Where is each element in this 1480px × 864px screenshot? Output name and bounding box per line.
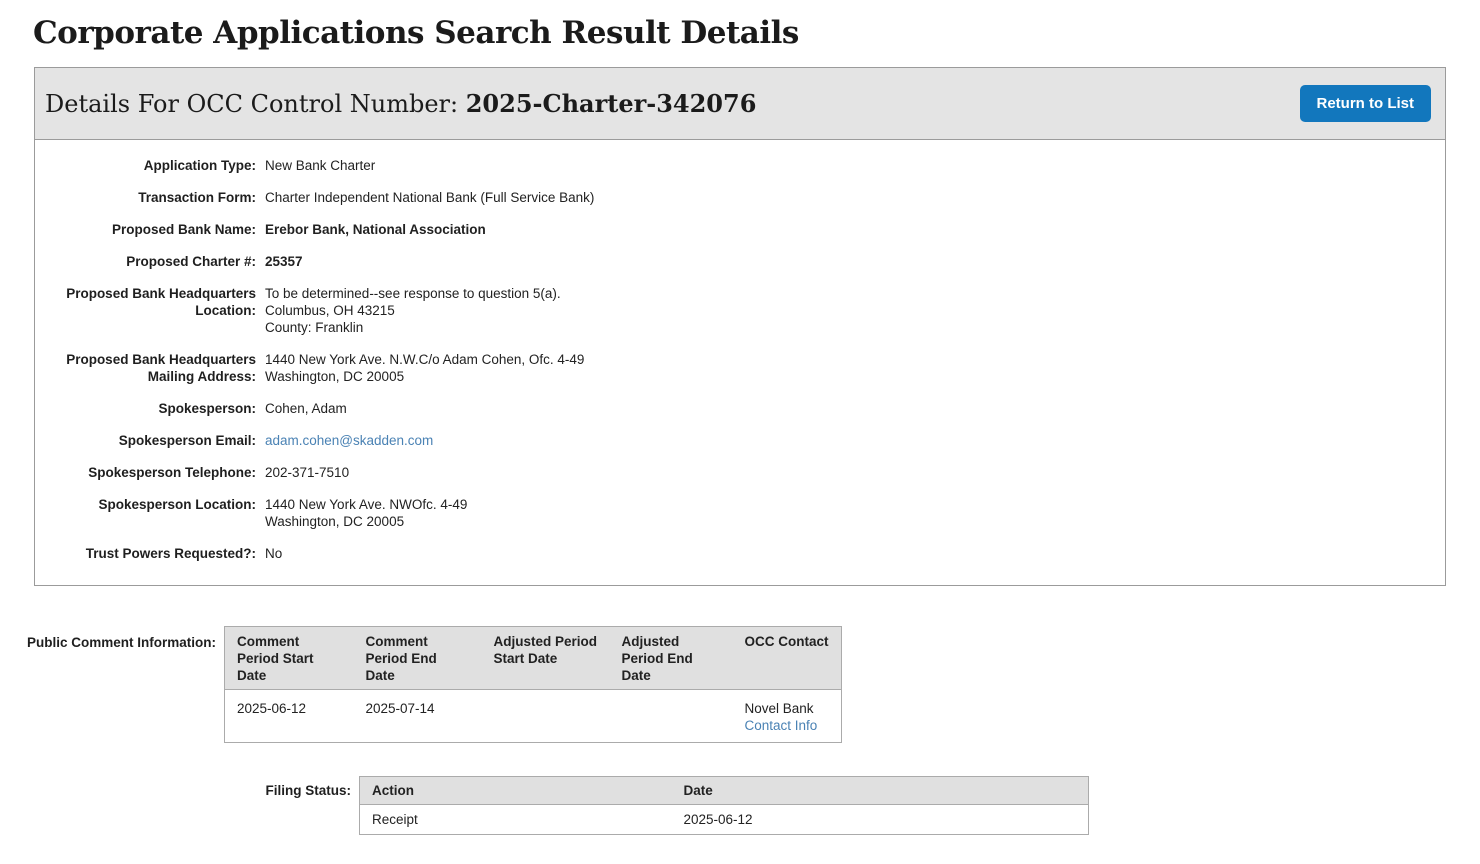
field-label: Proposed Bank Headquarters Mailing Addre… (66, 352, 256, 384)
field-value-line: Columbus, OH 43215 (265, 303, 395, 318)
panel-header-title: Details For OCC Control Number: 2025-Cha… (45, 89, 756, 118)
field-label: Proposed Bank Headquarters Location: (66, 286, 256, 318)
details-panel: Details For OCC Control Number: 2025-Cha… (34, 67, 1446, 586)
control-number-label: Details For OCC Control Number: (45, 90, 466, 118)
field-hq-location: Proposed Bank Headquarters Location: To … (35, 285, 1445, 336)
table-row: Receipt 2025-06-12 (359, 804, 1089, 835)
field-application-type: Application Type: New Bank Charter (35, 157, 1445, 174)
column-header: OCC Contact (732, 626, 842, 690)
column-header: Adjusted Period End Date (609, 626, 733, 690)
column-header: Action (359, 776, 672, 805)
public-comment-table: Comment Period Start Date Comment Period… (224, 626, 842, 743)
field-spokesperson: Spokesperson: Cohen, Adam (35, 400, 1445, 417)
column-header: Adjusted Period Start Date (481, 626, 610, 690)
field-trust-powers-requested: Trust Powers Requested?: No (35, 545, 1445, 562)
field-label: Spokesperson: (158, 401, 256, 416)
adjusted-period-end-cell (609, 689, 733, 743)
action-cell: Receipt (359, 804, 672, 835)
field-label: Proposed Bank Name: (111, 222, 256, 237)
field-value: To be determined--see response to questi… (265, 285, 561, 336)
field-hq-mailing-address: Proposed Bank Headquarters Mailing Addre… (35, 351, 1445, 385)
field-value: No (265, 546, 283, 561)
field-value-line: Washington, DC 20005 (265, 369, 405, 384)
column-header: Comment Period Start Date (224, 626, 354, 690)
occ-contact-cell: Novel Bank Contact Info (732, 689, 842, 743)
field-spokesperson-telephone: Spokesperson Telephone: 202-371-7510 (35, 464, 1445, 481)
column-header: Date (671, 776, 1089, 805)
field-proposed-charter-number: Proposed Charter #: 25357 (35, 253, 1445, 270)
field-value: Charter Independent National Bank (Full … (265, 190, 595, 205)
field-value: New Bank Charter (265, 158, 376, 173)
occ-contact-name: Novel Bank (744, 701, 814, 716)
field-proposed-bank-name: Proposed Bank Name: Erebor Bank, Nationa… (35, 221, 1445, 238)
field-value: 25357 (265, 254, 303, 269)
date-cell: 2025-06-12 (671, 804, 1089, 835)
control-number-value: 2025-Charter-342076 (465, 89, 757, 118)
return-to-list-button[interactable]: Return to List (1299, 85, 1431, 122)
field-label: Proposed Charter #: (126, 254, 256, 269)
table-row: 2025-06-12 2025-07-14 Novel Bank Contact… (224, 689, 842, 743)
field-value: Cohen, Adam (265, 401, 347, 416)
filing-status-table: Action Date Receipt 2025-06-12 (359, 776, 1089, 835)
field-value-line: 1440 New York Ave. NWOfc. 4-49 (265, 497, 468, 512)
field-value: Erebor Bank, National Association (265, 222, 486, 237)
field-value: 1440 New York Ave. NWOfc. 4-49 Washingto… (265, 496, 467, 530)
public-comment-section: Public Comment Information: Comment Peri… (0, 626, 1480, 743)
field-value: 202-371-7510 (265, 465, 350, 480)
filing-status-label: Filing Status: (265, 783, 352, 798)
field-spokesperson-location: Spokesperson Location: 1440 New York Ave… (35, 496, 1445, 530)
field-value-line: 1440 New York Ave. N.W.C/o Adam Cohen, O… (265, 352, 585, 367)
column-header: Comment Period End Date (353, 626, 482, 690)
field-label: Spokesperson Telephone: (88, 465, 256, 480)
field-label: Spokesperson Email: (118, 433, 256, 448)
field-label: Transaction Form: (138, 190, 256, 205)
adjusted-period-start-cell (481, 689, 610, 743)
filing-status-section: Filing Status: Action Date Receipt 2025-… (0, 776, 1480, 835)
field-label: Trust Powers Requested?: (85, 546, 256, 561)
field-transaction-form: Transaction Form: Charter Independent Na… (35, 189, 1445, 206)
field-label: Application Type: (143, 158, 256, 173)
field-label: Spokesperson Location: (98, 497, 256, 512)
table-header-row: Action Date (359, 776, 1089, 805)
table-header-row: Comment Period Start Date Comment Period… (224, 626, 842, 690)
field-value-line: County: Franklin (265, 320, 364, 335)
spokesperson-email-link[interactable]: adam.cohen@skadden.com (265, 433, 433, 448)
field-value: 1440 New York Ave. N.W.C/o Adam Cohen, O… (265, 351, 584, 385)
comment-period-end-cell: 2025-07-14 (353, 689, 482, 743)
details-panel-header: Details For OCC Control Number: 2025-Cha… (35, 68, 1445, 140)
page-title: Corporate Applications Search Result Det… (33, 15, 799, 51)
comment-period-start-cell: 2025-06-12 (224, 689, 354, 743)
field-spokesperson-email: Spokesperson Email: adam.cohen@skadden.c… (35, 432, 1445, 449)
contact-info-link[interactable]: Contact Info (745, 718, 818, 733)
public-comment-label: Public Comment Information: (27, 635, 216, 650)
field-value-line: To be determined--see response to questi… (265, 286, 561, 301)
field-value-line: Washington, DC 20005 (265, 514, 405, 529)
details-panel-body: Application Type: New Bank Charter Trans… (35, 140, 1445, 585)
